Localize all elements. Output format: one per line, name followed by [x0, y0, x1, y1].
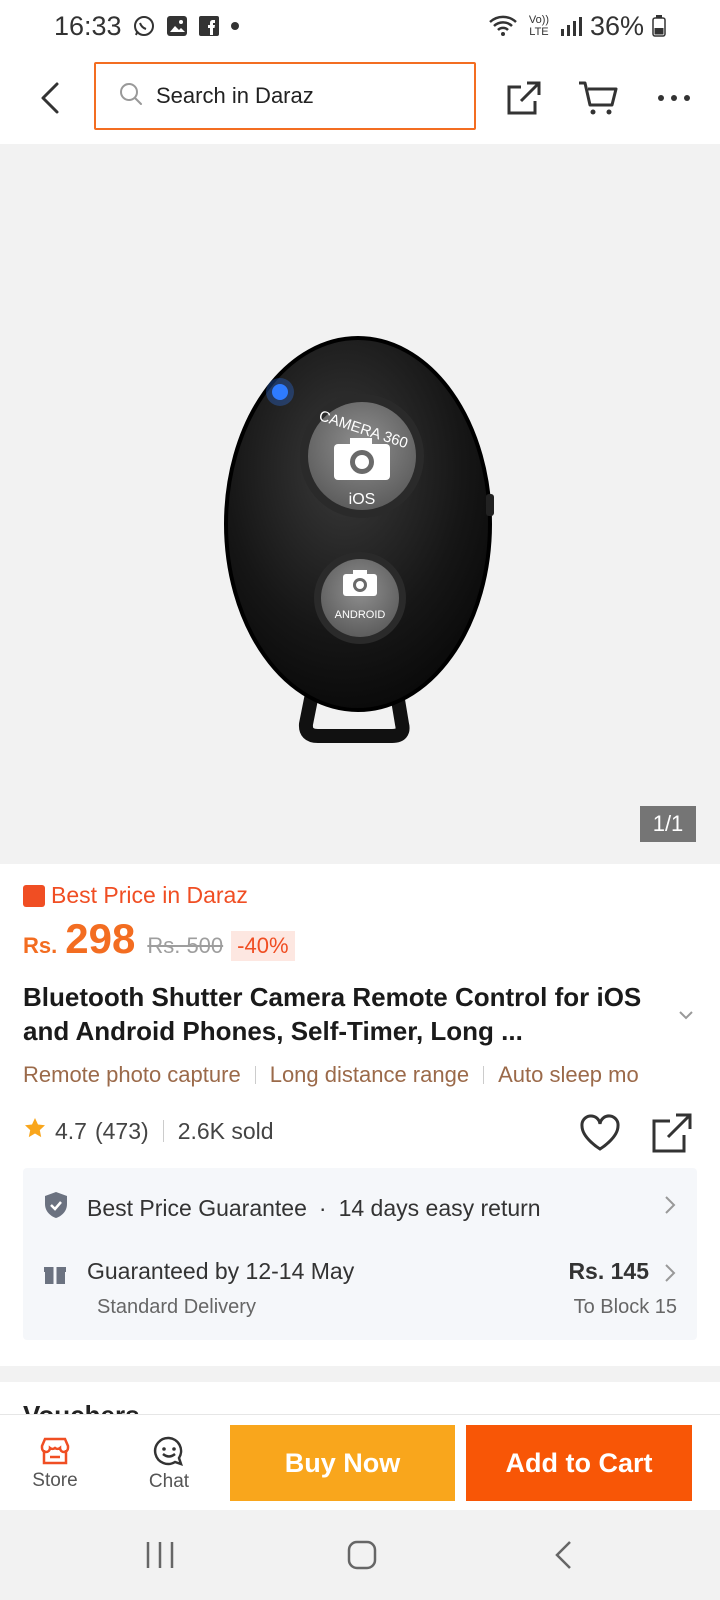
buy-now-button[interactable]: Buy Now	[230, 1425, 455, 1501]
whatsapp-icon	[132, 14, 156, 38]
recent-apps-button[interactable]	[130, 1530, 190, 1580]
delivery-fee: Rs. 145	[568, 1258, 649, 1284]
guarantee-text: Best Price Guarantee	[87, 1194, 307, 1221]
store-icon	[40, 1437, 70, 1465]
delivery-row[interactable]: Guaranteed by 12-14 May Standard Deliver…	[43, 1258, 677, 1328]
chat-icon	[153, 1436, 183, 1466]
add-to-cart-button[interactable]: Add to Cart	[466, 1425, 692, 1501]
star-icon	[23, 1116, 47, 1146]
current-price: 298	[65, 915, 136, 962]
feature-separator	[483, 1066, 485, 1084]
bottom-action-bar: Store Chat Buy Now Add to Cart	[0, 1414, 720, 1510]
facebook-icon	[198, 15, 220, 37]
sold-count: 2.6K sold	[177, 1117, 274, 1144]
feature-separator	[254, 1066, 256, 1084]
battery-percent: 36%	[589, 10, 644, 41]
system-navigation-bar	[0, 1510, 720, 1600]
discount-badge: -40%	[231, 931, 295, 961]
feature-highlights: Remote photo capture Long distance range…	[23, 1062, 720, 1088]
cart-icon	[579, 81, 618, 115]
share-button[interactable]	[502, 74, 546, 122]
service-info-card: Best Price Guarantee · 14 days easy retu…	[23, 1168, 697, 1340]
rating-separator	[162, 1120, 164, 1142]
guarantee-row[interactable]: Best Price Guarantee · 14 days easy retu…	[43, 1188, 677, 1228]
android-label: ANDROID	[335, 609, 386, 621]
wishlist-button[interactable]	[578, 1111, 622, 1155]
gallery-icon	[166, 15, 188, 37]
more-button[interactable]	[652, 74, 696, 122]
search-input[interactable]: Search in Daraz	[94, 62, 476, 130]
next-section-title: Vouchers	[23, 1400, 140, 1414]
volte-label: Vo)) LTE	[528, 14, 550, 38]
original-price: Rs. 500	[147, 933, 224, 958]
share-product-button[interactable]	[650, 1111, 694, 1155]
shield-check-icon	[43, 1191, 69, 1225]
share-icon	[507, 81, 541, 115]
back-button[interactable]	[30, 74, 70, 122]
more-icon	[658, 95, 690, 101]
top-nav: Search in Daraz	[0, 52, 720, 144]
expand-title-button[interactable]	[674, 1002, 698, 1026]
home-icon	[347, 1540, 377, 1570]
status-time: 16:33	[54, 10, 122, 41]
delivery-date: Guaranteed by 12-14 May	[87, 1258, 355, 1284]
store-button[interactable]: Store	[10, 1429, 100, 1499]
home-button[interactable]	[332, 1530, 392, 1580]
feature-item: Long distance range	[269, 1062, 470, 1087]
rating-count: (473)	[94, 1117, 149, 1144]
currency-label: Rs.	[23, 933, 58, 958]
delivery-location: To Block 15	[573, 1296, 677, 1318]
best-price-label: Best Price in Daraz	[23, 882, 248, 909]
notification-dot-icon	[230, 21, 240, 31]
system-back-button[interactable]	[534, 1530, 594, 1580]
chevron-left-icon	[555, 1541, 571, 1569]
best-price-text: Best Price in Daraz	[51, 882, 248, 908]
delivery-type: Standard Delivery	[97, 1296, 256, 1318]
search-placeholder: Search in Daraz	[156, 83, 314, 108]
ios-label: iOS	[349, 491, 376, 508]
store-label: Store	[32, 1470, 78, 1491]
feature-item: Remote photo capture	[23, 1062, 241, 1087]
feature-item: Auto sleep mo	[498, 1062, 639, 1087]
product-gallery[interactable]: CAMERA 360 iOS ANDROID 1/1	[0, 144, 720, 864]
rating-value: 4.7	[55, 1117, 87, 1144]
dot-separator: ·	[318, 1194, 327, 1221]
tag-icon	[23, 884, 45, 907]
chat-button[interactable]: Chat	[124, 1429, 214, 1499]
chevron-right-icon	[663, 1262, 677, 1290]
heart-icon	[580, 1114, 620, 1151]
chevron-down-icon	[679, 1011, 693, 1020]
status-bar: 16:33 Vo)) LTE 36%	[0, 0, 720, 52]
wifi-icon	[488, 14, 518, 38]
gift-box-icon	[43, 1262, 67, 1292]
share-icon	[652, 1113, 692, 1153]
price-row: Rs. 298 Rs. 500 -40%	[23, 915, 295, 963]
section-divider	[0, 1366, 720, 1382]
image-page-indicator: 1/1	[640, 806, 696, 842]
product-title: Bluetooth Shutter Camera Remote Control …	[23, 982, 642, 1046]
rating-row[interactable]: 4.7 (473) 2.6K sold	[23, 1116, 274, 1146]
recent-apps-icon	[146, 1542, 174, 1568]
chat-label: Chat	[148, 1471, 190, 1492]
cart-button[interactable]	[576, 74, 620, 122]
back-arrow-icon	[41, 82, 59, 114]
chevron-right-icon	[663, 1194, 677, 1222]
signal-icon	[560, 15, 582, 37]
search-icon	[118, 81, 144, 112]
return-policy-text: 14 days easy return	[338, 1194, 541, 1221]
product-image: CAMERA 360 iOS ANDROID	[224, 336, 494, 743]
battery-icon	[652, 15, 666, 37]
